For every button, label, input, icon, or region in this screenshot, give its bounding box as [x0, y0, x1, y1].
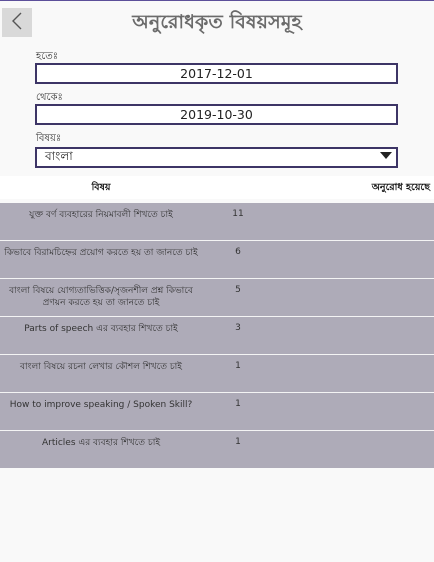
dropdown-caret-icon [380, 152, 392, 159]
row-count: 1 [235, 361, 241, 371]
row-subject: Articles এর ব্যবহার শিখতে চাই [41, 438, 161, 448]
subject-select[interactable]: বাংলা [35, 147, 398, 168]
row-count: 6 [235, 247, 241, 257]
subject-label: বিষয়ঃ [36, 133, 62, 144]
row-subject: Parts of speech এর ব্যবহার শিখতে চাই [24, 324, 178, 334]
column-header-subject: বিষয় [91, 182, 111, 193]
row-subject: কিভাবে বিরামচিহ্নের প্রয়োগ করতে হয় তা … [4, 248, 198, 258]
table-row[interactable]: বাংলা বিষয়ে যোগ্যতাভিত্তিক/সৃজনশীল প্রশ… [0, 279, 434, 316]
row-subject: How to improve speaking / Spoken Skill? [9, 400, 193, 410]
row-count: 5 [235, 285, 241, 295]
table-row[interactable]: কিভাবে বিরামচিহ্নের প্রয়োগ করতে হয় তা … [0, 241, 434, 278]
table-row[interactable]: Parts of speech এর ব্যবহার শিখতে চাই 3 [0, 317, 434, 354]
row-subject: বাংলা বিষয়ে যোগ্যতাভিত্তিক/সৃজনশীল প্রশ… [9, 286, 193, 308]
table-header: বিষয় অনুরোধ হয়েছে [0, 176, 434, 199]
table-row[interactable]: যুক্ত বর্ণ ব্যবহারের নিয়মাবলী শিখতে চাই… [0, 203, 434, 240]
row-count: 11 [232, 209, 244, 219]
top-accent-line [0, 0, 434, 1]
table-row[interactable]: Articles এর ব্যবহার শিখতে চাই 1 [0, 431, 434, 468]
row-subject: বাংলা বিষয়ে রচনা লেখার কৌশল শিখতে চাই [20, 362, 182, 372]
page-title: অনুরোধকৃত বিষয়সমূহ [132, 11, 302, 33]
row-count: 1 [235, 399, 241, 409]
row-count: 3 [235, 323, 241, 333]
table-row[interactable]: বাংলা বিষয়ে রচনা লেখার কৌশল শিখতে চাই 1 [0, 355, 434, 392]
subject-select-value: বাংলা [45, 148, 73, 163]
row-subject: যুক্ত বর্ণ ব্যবহারের নিয়মাবলী শিখতে চাই [29, 210, 173, 220]
column-header-count: অনুরোধ হয়েছে [371, 182, 430, 193]
to-date-field[interactable]: 2019-10-30 [35, 104, 398, 125]
table-row[interactable]: How to improve speaking / Spoken Skill? … [0, 393, 434, 430]
from-date-field[interactable]: 2017-12-01 [35, 63, 398, 84]
row-count: 1 [235, 437, 241, 447]
